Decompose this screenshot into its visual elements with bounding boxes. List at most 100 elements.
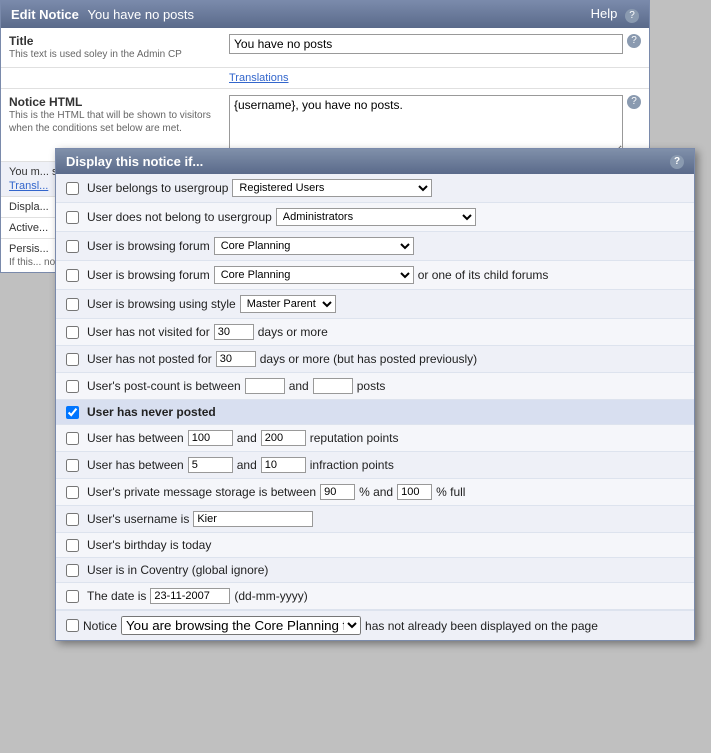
checkbox-infraction-between[interactable]: [66, 459, 79, 472]
input-post-count-max[interactable]: [313, 378, 353, 394]
condition-not-belongs-usergroup: User does not belong to usergroup Regist…: [56, 203, 694, 232]
title-input[interactable]: [229, 34, 623, 54]
header-help[interactable]: Help ?: [591, 6, 639, 23]
checkbox-never-posted[interactable]: [66, 406, 79, 419]
condition-belongs-usergroup: User belongs to usergroup Registered Use…: [56, 174, 694, 203]
label-notice-post: has not already been displayed on the pa…: [365, 619, 598, 633]
checkbox-username[interactable]: [66, 513, 79, 526]
label-post-count-and: and: [289, 379, 309, 393]
label-not-visited-post: days or more: [258, 325, 328, 339]
title-description: This text is used soley in the Admin CP: [9, 49, 182, 60]
checkbox-coventry[interactable]: [66, 564, 79, 577]
select-browsing-forum[interactable]: Core Planning General Discussion Announc…: [214, 237, 414, 255]
label-pm-pct-and: % and: [359, 485, 393, 499]
input-not-posted[interactable]: [216, 351, 256, 367]
checkbox-pm-storage[interactable]: [66, 486, 79, 499]
label-date-post: (dd-mm-yyyy): [234, 589, 307, 603]
label-coventry: User is in Coventry (global ignore): [87, 563, 268, 577]
help-icon: ?: [625, 9, 639, 23]
label-infraction-post: infraction points: [310, 458, 394, 472]
checkbox-browsing-forum[interactable]: [66, 240, 79, 253]
label-not-posted-pre: User has not posted for: [87, 352, 212, 366]
select-not-belongs-usergroup[interactable]: Registered Users Administrators Moderato…: [276, 208, 476, 226]
checkbox-birthday[interactable]: [66, 539, 79, 552]
title-label-area: Title This text is used soley in the Adm…: [9, 34, 229, 61]
condition-date: The date is (dd-mm-yyyy): [56, 583, 694, 610]
translations-row: Translations: [1, 68, 649, 89]
condition-birthday: User's birthday is today: [56, 533, 694, 558]
condition-not-visited: User has not visited for days or more: [56, 319, 694, 346]
condition-post-count: User's post-count is between and posts: [56, 373, 694, 400]
label-browsing-style: User is browsing using style: [87, 297, 236, 311]
title-help-icon[interactable]: ?: [627, 34, 641, 48]
label-birthday: User's birthday is today: [87, 538, 211, 552]
input-pm-min[interactable]: [320, 484, 355, 500]
notice-html-label: Notice HTML: [9, 95, 229, 109]
partial-translations-link[interactable]: Transl...: [9, 180, 48, 192]
checkbox-not-visited[interactable]: [66, 326, 79, 339]
label-pm-post: % full: [436, 485, 465, 499]
checkbox-date[interactable]: [66, 590, 79, 603]
title-label: Title: [9, 34, 229, 48]
label-infraction-pre: User has between: [87, 458, 184, 472]
input-not-visited[interactable]: [214, 324, 254, 340]
condition-browsing-style: User is browsing using style Master Pare…: [56, 290, 694, 319]
label-username-pre: User's username is: [87, 512, 189, 526]
checkbox-browsing-forum-child[interactable]: [66, 269, 79, 282]
checkbox-belongs-usergroup[interactable]: [66, 182, 79, 195]
checkbox-not-posted[interactable]: [66, 353, 79, 366]
label-browsing-forum: User is browsing forum: [87, 239, 210, 253]
condition-browsing-forum-child: User is browsing forum Core Planning Gen…: [56, 261, 694, 290]
input-username[interactable]: [193, 511, 313, 527]
label-infraction-and: and: [237, 458, 257, 472]
select-browsing-style[interactable]: Master Parent Default Mobile: [240, 295, 336, 313]
label-date-pre: The date is: [87, 589, 146, 603]
input-rep-max[interactable]: [261, 430, 306, 446]
notice-html-control-area: {username}, you have no posts. ?: [229, 95, 641, 155]
condition-pm-storage: User's private message storage is betwee…: [56, 479, 694, 506]
select-browsing-forum-child[interactable]: Core Planning General Discussion Announc…: [214, 266, 414, 284]
display-notice-modal: Display this notice if... ? User belongs…: [55, 148, 695, 641]
condition-rep-between: User has between and reputation points: [56, 425, 694, 452]
condition-coventry: User is in Coventry (global ignore): [56, 558, 694, 583]
label-rep-post: reputation points: [310, 431, 399, 445]
label-browsing-forum-child-pre: User is browsing forum: [87, 268, 210, 282]
label-not-belongs-usergroup: User does not belong to usergroup: [87, 210, 272, 224]
modal-title: Display this notice if...: [66, 154, 203, 169]
checkbox-rep-between[interactable]: [66, 432, 79, 445]
edit-notice-title: Edit Notice You have no posts: [11, 7, 194, 22]
condition-infraction-between: User has between and infraction points: [56, 452, 694, 479]
notice-html-description: This is the HTML that will be shown to v…: [9, 110, 211, 134]
label-not-visited-pre: User has not visited for: [87, 325, 210, 339]
label-never-posted: User has never posted: [87, 405, 216, 419]
input-infraction-max[interactable]: [261, 457, 306, 473]
label-belongs-usergroup: User belongs to usergroup: [87, 181, 228, 195]
input-pm-max[interactable]: [397, 484, 432, 500]
condition-never-posted: User has never posted: [56, 400, 694, 425]
input-date[interactable]: [150, 588, 230, 604]
notice-html-help-icon[interactable]: ?: [627, 95, 641, 109]
label-pm-pre: User's private message storage is betwee…: [87, 485, 316, 499]
label-rep-pre: User has between: [87, 431, 184, 445]
checkbox-post-count[interactable]: [66, 380, 79, 393]
checkbox-notice-not-displayed[interactable]: [66, 619, 79, 632]
checkbox-browsing-style[interactable]: [66, 298, 79, 311]
translations-link[interactable]: Translations: [229, 72, 289, 84]
modal-help-icon[interactable]: ?: [670, 155, 684, 169]
input-infraction-min[interactable]: [188, 457, 233, 473]
condition-username: User's username is: [56, 506, 694, 533]
notice-html-label-area: Notice HTML This is the HTML that will b…: [9, 95, 229, 135]
notice-html-textarea[interactable]: {username}, you have no posts.: [229, 95, 623, 155]
label-notice-pre: Notice: [83, 619, 117, 633]
input-rep-min[interactable]: [188, 430, 233, 446]
condition-notice-not-displayed: Notice You are browsing the Core Plannin…: [56, 610, 694, 640]
select-notice-not-displayed[interactable]: You are browsing the Core Planning forum…: [121, 616, 361, 635]
title-control-area: ?: [229, 34, 641, 54]
label-browsing-forum-child-post: or one of its child forums: [418, 268, 549, 282]
modal-body: User belongs to usergroup Registered Use…: [56, 174, 694, 640]
select-belongs-usergroup[interactable]: Registered Users Administrators Moderato…: [232, 179, 432, 197]
input-post-count-min[interactable]: [245, 378, 285, 394]
label-post-count-pre: User's post-count is between: [87, 379, 241, 393]
checkbox-not-belongs-usergroup[interactable]: [66, 211, 79, 224]
label-not-posted-post: days or more (but has posted previously): [260, 352, 477, 366]
